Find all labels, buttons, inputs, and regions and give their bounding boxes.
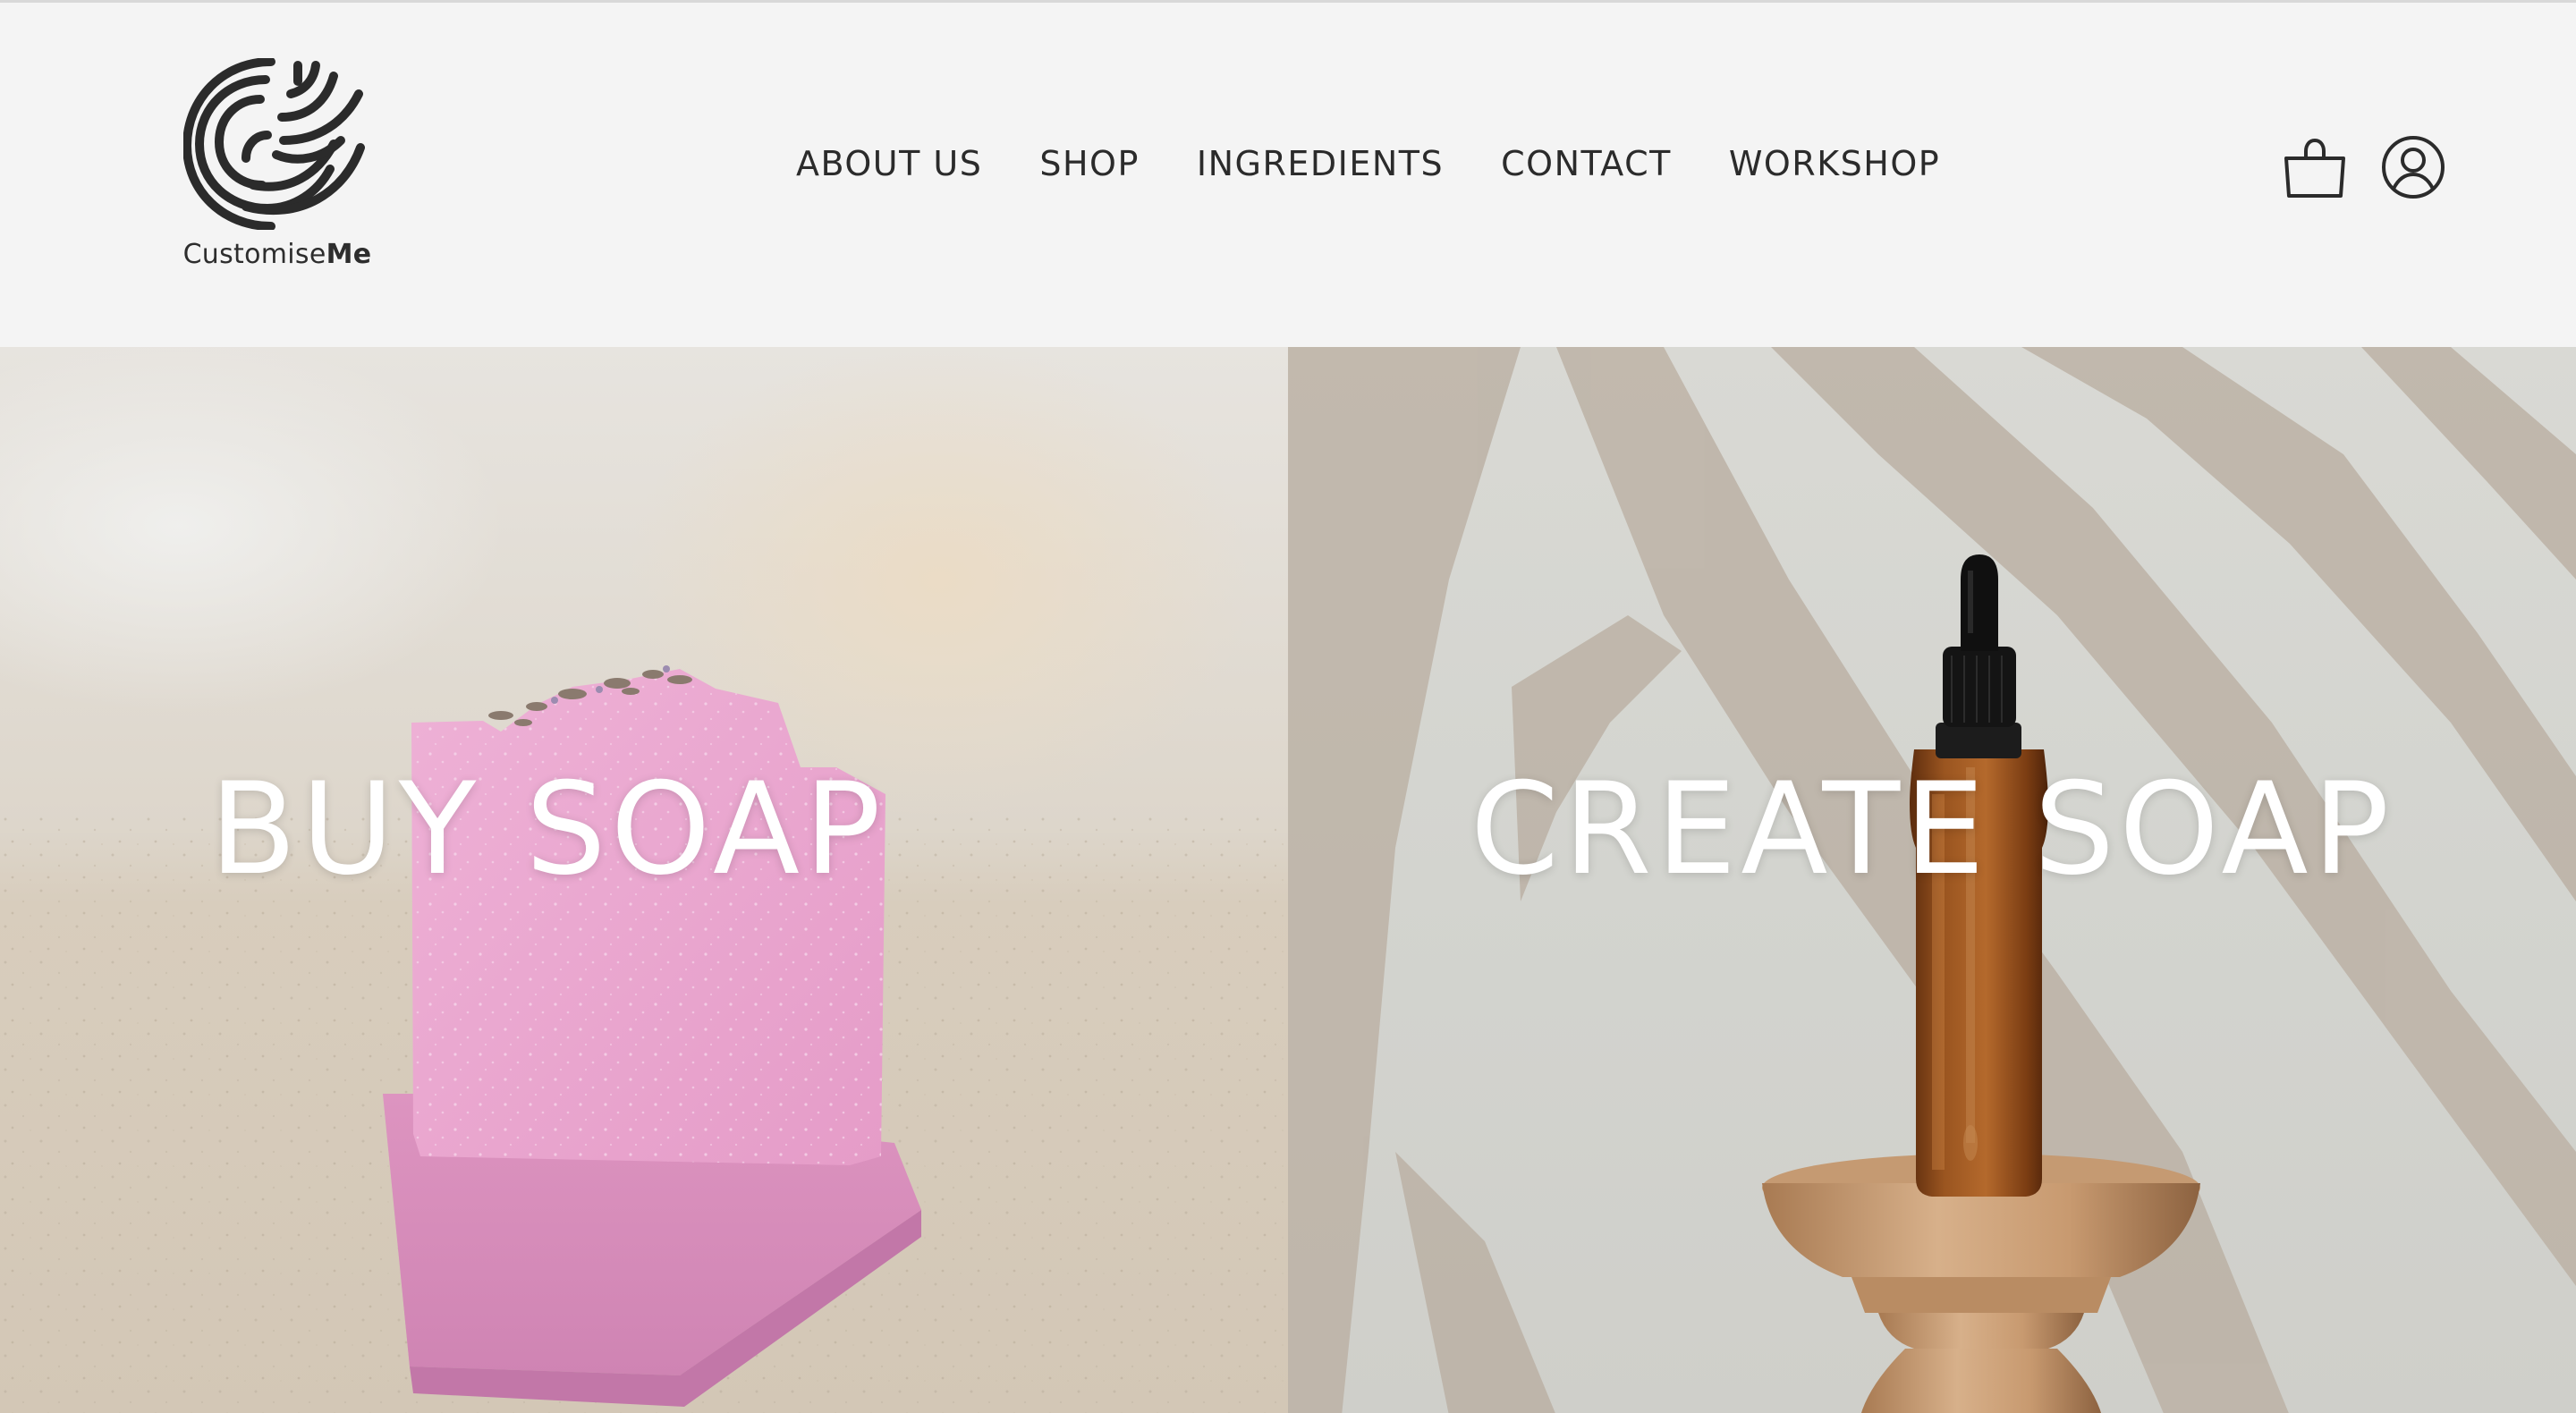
nav-contact[interactable]: CONTACT bbox=[1501, 141, 1672, 186]
brand-name-bold: Me bbox=[326, 239, 372, 270]
nav-about-us[interactable]: ABOUT US bbox=[796, 141, 982, 186]
site-header: CustomiseMe ABOUT US SHOP INGREDIENTS CO… bbox=[0, 3, 2576, 347]
brand-name-regular: Customise bbox=[182, 239, 326, 270]
nav-shop[interactable]: SHOP bbox=[1039, 141, 1140, 186]
cart-button[interactable] bbox=[2283, 135, 2347, 199]
create-soap-title: CREATE SOAP bbox=[1470, 756, 2394, 903]
account-button[interactable] bbox=[2381, 135, 2445, 199]
buy-soap-title: BUY SOAP bbox=[209, 756, 886, 903]
shopping-bag-icon bbox=[2284, 139, 2345, 198]
nav-ingredients[interactable]: INGREDIENTS bbox=[1197, 141, 1444, 186]
create-soap-panel[interactable]: CREATE SOAP bbox=[1288, 347, 2576, 1413]
brand-logo-icon bbox=[183, 58, 365, 230]
brand-name: CustomiseMe bbox=[179, 239, 376, 270]
user-account-icon bbox=[2382, 136, 2445, 199]
hero-section: BUY SOAP CREATE SOAP bbox=[0, 347, 2576, 1413]
brand-logo-link[interactable]: CustomiseMe bbox=[179, 58, 376, 277]
nav-workshop[interactable]: WORKSHOP bbox=[1729, 141, 1940, 186]
main-nav: ABOUT US SHOP INGREDIENTS CONTACT WORKSH… bbox=[796, 141, 1940, 186]
buy-soap-panel[interactable]: BUY SOAP bbox=[0, 347, 1288, 1413]
